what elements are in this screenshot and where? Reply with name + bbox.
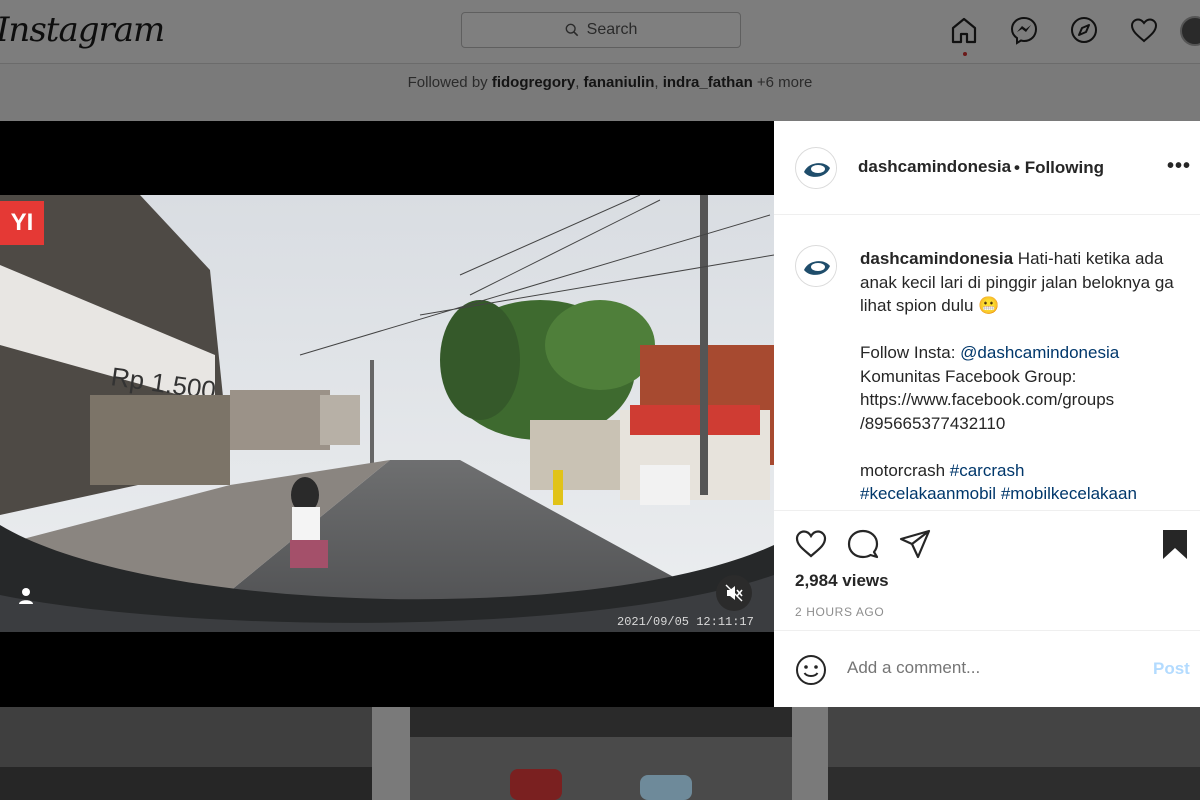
grid-thumbnails <box>0 707 1200 800</box>
followed-prefix: Followed by <box>407 74 488 91</box>
save-bookmark-icon[interactable] <box>1158 527 1192 561</box>
caption-text: dashcamindonesia Hati-hati ketika ada an… <box>860 247 1186 506</box>
home-icon[interactable] <box>948 14 980 46</box>
messenger-icon[interactable] <box>1008 14 1040 46</box>
like-icon[interactable] <box>794 527 828 561</box>
dashcam-video-frame[interactable]: Rp 1.500 <box>0 195 774 632</box>
group-label: Komunitas Facebook Group: <box>860 366 1077 386</box>
post-thumbnail[interactable] <box>0 707 372 800</box>
post-thumbnail[interactable] <box>410 707 792 800</box>
yi-brand-badge: YI <box>0 201 44 245</box>
hashtag-link[interactable]: #carcrash <box>950 461 1025 480</box>
caption-avatar[interactable] <box>795 245 837 287</box>
profile-avatar[interactable] <box>1180 16 1200 46</box>
group-url: /895665377432110 <box>860 413 1006 433</box>
followed-by-line: Followed by fidogregory, fananiulin, ind… <box>407 74 813 91</box>
comment-input[interactable] <box>847 658 1127 678</box>
notification-dot <box>963 52 967 56</box>
search-icon <box>565 23 578 37</box>
muted-speaker-icon <box>725 584 743 602</box>
search-input[interactable]: Search <box>461 12 741 48</box>
emoji-icon[interactable] <box>795 654 827 686</box>
more-options-icon[interactable]: ••• <box>1167 155 1191 178</box>
author-avatar[interactable] <box>795 147 837 189</box>
follower-name[interactable]: fidogregory <box>492 74 575 91</box>
follow-status-label: Following <box>1024 158 1105 177</box>
explore-icon[interactable] <box>1068 14 1100 46</box>
tag-word: motorcrash <box>860 460 946 480</box>
instagram-logo[interactable]: Instagram <box>0 10 165 50</box>
post-actions: 2,984 views 2 HOURS AGO <box>774 511 1200 631</box>
follower-name[interactable]: fananiulin <box>584 74 655 91</box>
follow-prefix: Follow Insta: <box>860 343 956 362</box>
followed-more[interactable]: +6 more <box>757 74 812 91</box>
caption-section: dashcamindonesia Hati-hati ketika ada an… <box>774 215 1200 511</box>
top-navbar: Instagram Search <box>0 0 1200 64</box>
mute-button[interactable] <box>716 575 752 611</box>
comment-icon[interactable] <box>846 527 880 561</box>
post-thumbnail[interactable] <box>828 707 1200 800</box>
post-comment-button[interactable]: Post <box>1153 659 1190 679</box>
tagged-user-icon[interactable] <box>16 586 36 606</box>
caption-username[interactable]: dashcamindonesia <box>860 249 1013 268</box>
follow-status[interactable]: • Following <box>1014 158 1104 178</box>
share-icon[interactable] <box>898 527 932 561</box>
view-count[interactable]: 2,984 views <box>795 571 889 591</box>
post-header: dashcamindonesia • Following ••• <box>774 121 1200 215</box>
author-username[interactable]: dashcamindonesia <box>858 157 1011 177</box>
hashtag-link[interactable]: #mobilkecelakaan <box>1001 484 1137 503</box>
video-timestamp: 2021/09/05 12:11:17 <box>617 615 754 629</box>
comment-bar: Post <box>774 632 1200 707</box>
follower-name[interactable]: indra_fathan <box>663 74 753 91</box>
mention-link[interactable]: @dashcamindonesia <box>960 343 1119 362</box>
post-detail-panel: dashcamindonesia • Following ••• dashcam… <box>774 121 1200 707</box>
group-url: https://www.facebook.com/groups <box>860 390 1115 409</box>
hashtag-link[interactable]: #kecelakaanmobil <box>860 484 996 503</box>
post-time: 2 HOURS AGO <box>795 605 885 619</box>
heart-icon[interactable] <box>1128 14 1160 46</box>
search-placeholder: Search <box>586 21 638 38</box>
